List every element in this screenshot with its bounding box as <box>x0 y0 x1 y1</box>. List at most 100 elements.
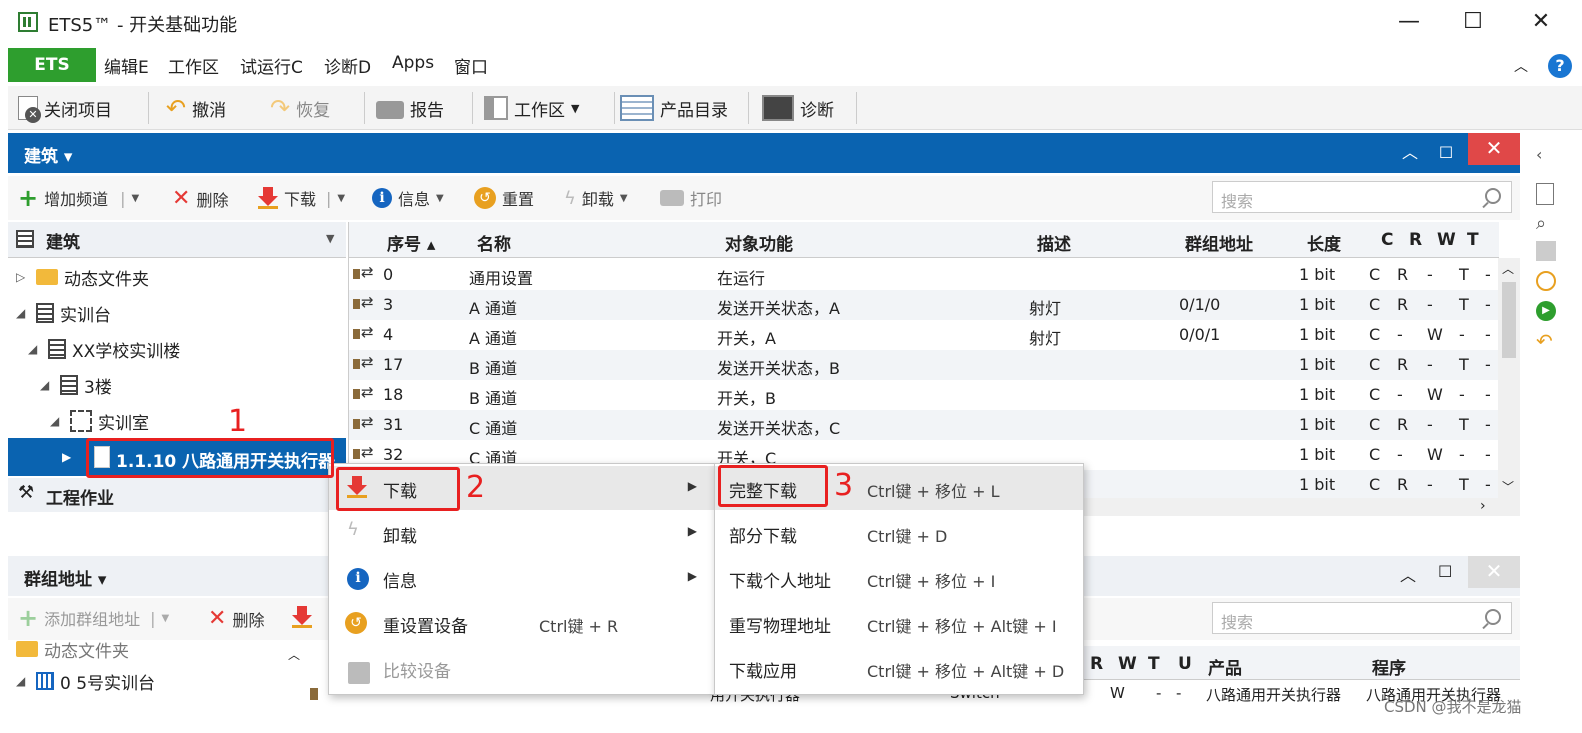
tree-node-training-room[interactable]: ◢ 实训室 <box>50 406 149 436</box>
maximize-panel-icon[interactable]: ☐ <box>1432 139 1460 167</box>
collapse-icon[interactable]: ◢ <box>28 342 42 356</box>
add-group-address-button[interactable]: + 添加群组地址 | ▼ <box>18 606 169 630</box>
menu-apps[interactable]: Apps <box>392 53 434 73</box>
redo-button[interactable]: ↷ 恢复 <box>270 94 330 122</box>
tree-node-training-bench[interactable]: ◢ 实训台 <box>16 298 111 328</box>
product-catalog-button[interactable]: 产品目录 <box>620 94 728 122</box>
column-header-c[interactable]: C <box>1381 230 1393 250</box>
panel-icon[interactable] <box>1536 241 1556 261</box>
column-header-group-address[interactable]: 群组地址 <box>1185 230 1253 255</box>
menu-item-partial-download[interactable]: 部分下载 Ctrl键 + D <box>715 511 1083 555</box>
reset-button[interactable]: ↺ 重置 <box>474 186 534 210</box>
expand-icon[interactable]: ▷ <box>16 270 30 284</box>
table-row[interactable]: 0通用设置在运行1 bitCR-T- <box>349 260 1499 290</box>
scroll-right-icon[interactable]: › <box>1480 498 1486 514</box>
undo-icon[interactable]: ↶ <box>1536 329 1558 353</box>
building-search-input[interactable]: 搜索 <box>1212 181 1512 213</box>
menu-item-compare-device[interactable]: 比较设备 <box>329 646 715 690</box>
menu-item-reset-device[interactable]: ↺ 重设置设备 Ctrl键 + R <box>329 601 715 645</box>
print-button[interactable]: 打印 <box>660 186 722 210</box>
group-panel-title[interactable]: 群组地址 ▾ <box>24 565 106 590</box>
group-tree-node-bench-5[interactable]: ◢ 0 5号实训台 <box>16 666 155 696</box>
column-header-function[interactable]: 对象功能 <box>725 230 793 255</box>
collapse-icon[interactable]: ◢ <box>16 306 30 320</box>
workspace-button[interactable]: 工作区 ▼ <box>484 94 579 122</box>
collapse-ribbon-icon[interactable]: ︿ <box>1514 56 1528 76</box>
scroll-up-icon[interactable]: ︿ <box>1502 260 1514 277</box>
table-row[interactable]: 3A 通道发送开关状态，A射灯0/1/01 bitCR-T- <box>349 290 1499 320</box>
collapse-panel-icon[interactable]: ︿ <box>1400 562 1416 586</box>
table-row[interactable]: 31C 通道发送开关状态，C1 bitCR-T- <box>349 410 1499 440</box>
close-panel-button[interactable]: ✕ <box>1468 133 1520 165</box>
report-button[interactable]: 报告 <box>376 94 444 122</box>
diagnose-button[interactable]: 诊断 <box>762 94 834 122</box>
chevron-down-icon[interactable]: ▼ <box>132 193 140 204</box>
maximize-button[interactable]: ☐ <box>1450 8 1496 36</box>
project-work-header[interactable]: ⚒ 工程作业 <box>8 478 346 512</box>
collapse-side-icon[interactable]: ‹ <box>1536 145 1558 167</box>
menu-edit[interactable]: 编辑E <box>104 53 149 78</box>
chevron-down-icon[interactable]: ▼ <box>337 193 345 204</box>
group-tree-node-dynamic-folder[interactable]: 动态文件夹 <box>16 634 129 664</box>
chevron-down-icon[interactable]: ▼ <box>162 613 170 624</box>
group-download-button[interactable] <box>292 606 312 628</box>
column-header-length[interactable]: 长度 <box>1307 230 1341 255</box>
chevron-down-icon[interactable]: ▼ <box>326 232 334 245</box>
tree-view-header[interactable]: 建筑 ▼ <box>8 222 346 258</box>
table-row[interactable]: 4A 通道开关，A射灯0/0/11 bitC-W-- <box>349 320 1499 350</box>
download-button[interactable]: 下载 | ▼ <box>258 186 345 210</box>
add-channel-button[interactable]: + 增加频道 | ▼ <box>18 186 139 210</box>
ets-menu-button[interactable]: ETS <box>8 48 96 82</box>
clock-icon[interactable] <box>1536 271 1556 291</box>
building-panel-title[interactable]: 建筑 ▾ <box>24 142 72 167</box>
column-header-r[interactable]: R <box>1090 654 1103 674</box>
close-panel-button[interactable]: ✕ <box>1468 556 1520 588</box>
column-header-w[interactable]: W <box>1118 654 1137 674</box>
tree-node-school-building[interactable]: ◢ XX学校实训楼 <box>28 334 180 364</box>
properties-icon[interactable] <box>1536 183 1554 205</box>
search-icon[interactable] <box>1485 188 1501 204</box>
menu-commissioning[interactable]: 试运行C <box>240 53 303 78</box>
play-icon[interactable]: ▶ <box>1536 301 1556 321</box>
close-button[interactable]: ✕ <box>1518 8 1564 36</box>
collapse-icon[interactable]: ◢ <box>50 414 64 428</box>
column-header-product[interactable]: 产品 <box>1208 654 1242 679</box>
column-header-name[interactable]: 名称 <box>477 230 511 255</box>
menu-window[interactable]: 窗口 <box>454 53 488 78</box>
column-header-w[interactable]: W <box>1437 230 1456 250</box>
column-header-number[interactable]: 序号 ▴ <box>387 230 435 255</box>
close-project-button[interactable]: ✕ 关闭项目 <box>18 94 112 123</box>
menu-diagnostics[interactable]: 诊断D <box>324 53 371 78</box>
column-header-program[interactable]: 程序 <box>1372 654 1406 679</box>
help-icon[interactable]: ? <box>1548 54 1572 78</box>
minimize-button[interactable]: — <box>1386 8 1432 36</box>
collapse-icon[interactable]: ◢ <box>40 378 54 392</box>
table-row[interactable]: 17B 通道发送开关状态，B1 bitCR-T- <box>349 350 1499 380</box>
tree-node-floor-3[interactable]: ◢ 3楼 <box>40 370 112 400</box>
menu-item-unload[interactable]: ϟ 卸载 ▶ <box>329 511 715 555</box>
collapse-icon[interactable]: ◢ <box>16 674 30 688</box>
group-delete-button[interactable]: ✕ 删除 <box>208 606 264 631</box>
maximize-panel-icon[interactable]: ☐ <box>1438 562 1452 581</box>
undo-button[interactable]: ↶ 撤消 <box>166 94 226 122</box>
scroll-up-icon[interactable]: ︿ <box>288 646 300 663</box>
unload-button[interactable]: ϟ 卸载 ▼ <box>564 186 628 210</box>
tree-node-dynamic-folder[interactable]: ▷ 动态文件夹 <box>16 262 149 292</box>
column-header-description[interactable]: 描述 <box>1037 230 1071 255</box>
column-header-t[interactable]: T <box>1467 230 1479 250</box>
menu-item-download-individual-address[interactable]: 下载个人地址 Ctrl键 + 移位 + I <box>715 556 1083 600</box>
column-header-r[interactable]: R <box>1409 230 1422 250</box>
info-button[interactable]: i 信息 ▼ <box>372 186 444 210</box>
menu-item-info[interactable]: i 信息 ▶ <box>329 556 715 600</box>
table-row[interactable]: 18B 通道开关，B1 bitC-W-- <box>349 380 1499 410</box>
expand-icon[interactable]: ▶ <box>62 450 71 464</box>
menu-item-download-application[interactable]: 下载应用 Ctrl键 + 移位 + Alt键 + D <box>715 646 1083 690</box>
menu-item-overwrite-physical-address[interactable]: 重写物理地址 Ctrl键 + 移位 + Alt键 + I <box>715 601 1083 645</box>
scrollbar-thumb[interactable] <box>1502 282 1516 358</box>
collapse-panel-icon[interactable]: ︿ <box>1396 139 1424 167</box>
column-header-t[interactable]: T <box>1148 654 1160 674</box>
menu-workspace[interactable]: 工作区 <box>168 53 219 78</box>
delete-button[interactable]: ✕ 删除 <box>172 186 228 211</box>
group-search-input[interactable]: 搜索 <box>1212 602 1512 634</box>
search-icon[interactable]: ⌕ <box>1536 213 1558 235</box>
